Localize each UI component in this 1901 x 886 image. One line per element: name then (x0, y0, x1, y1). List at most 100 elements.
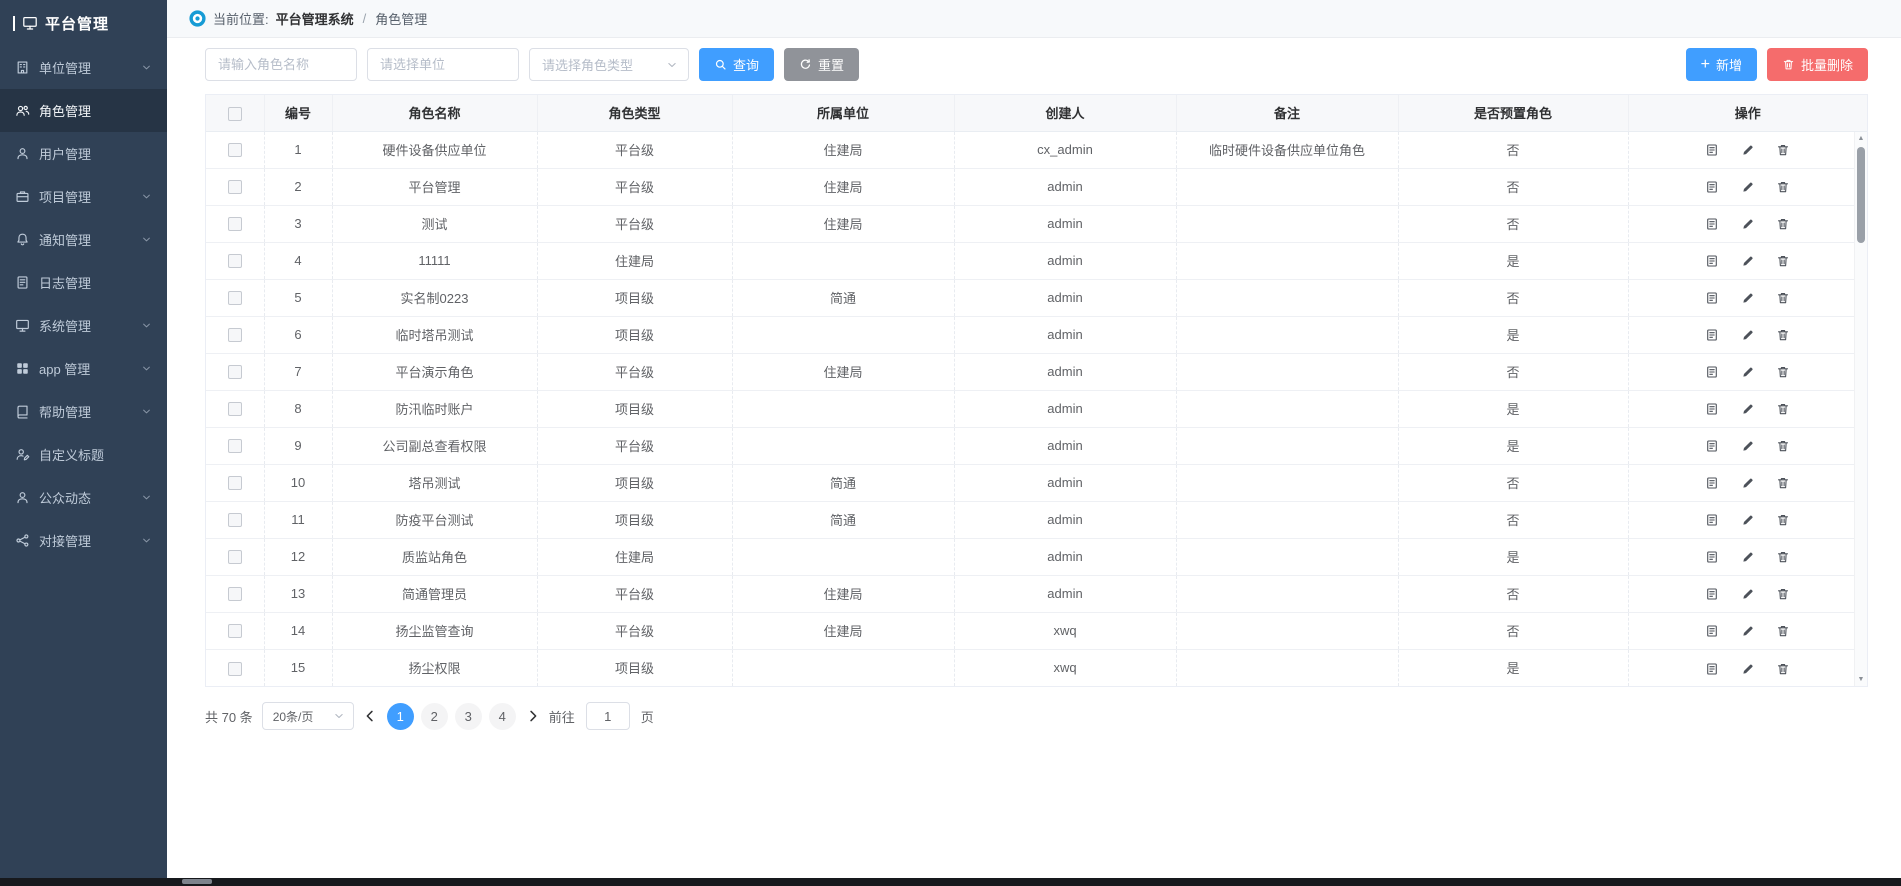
page-button-3[interactable]: 3 (455, 703, 482, 730)
refresh-icon (799, 58, 812, 71)
delete-icon[interactable] (1776, 365, 1790, 379)
row-checkbox[interactable] (228, 513, 242, 527)
sidebar-item-5[interactable]: 日志管理 (0, 261, 167, 304)
row-checkbox[interactable] (228, 180, 242, 194)
view-icon[interactable] (1705, 365, 1719, 379)
table-scrollbar[interactable]: ▲ ▼ (1854, 132, 1867, 686)
scroll-up-icon[interactable]: ▲ (1858, 132, 1865, 145)
goto-page-input[interactable] (586, 702, 630, 730)
delete-icon[interactable] (1776, 402, 1790, 416)
reset-button[interactable]: 重置 (784, 48, 859, 81)
view-icon[interactable] (1705, 217, 1719, 231)
view-icon[interactable] (1705, 624, 1719, 638)
page-button-1[interactable]: 1 (387, 703, 414, 730)
table-row: 5 实名制0223 项目级 简通 admin 否 (206, 279, 1867, 316)
edit-icon[interactable] (1741, 587, 1755, 601)
sidebar-item-9[interactable]: 自定义标题 (0, 433, 167, 476)
breadcrumb-root[interactable]: 平台管理系统 (276, 9, 354, 28)
sidebar-item-4[interactable]: 通知管理 (0, 218, 167, 261)
edit-icon[interactable] (1741, 328, 1755, 342)
delete-icon[interactable] (1776, 328, 1790, 342)
delete-icon[interactable] (1776, 439, 1790, 453)
add-button[interactable]: + 新增 (1686, 48, 1757, 81)
row-checkbox[interactable] (228, 328, 242, 342)
edit-icon[interactable] (1741, 254, 1755, 268)
cell-remark (1176, 538, 1398, 575)
row-checkbox[interactable] (228, 662, 242, 676)
edit-icon[interactable] (1741, 180, 1755, 194)
row-checkbox[interactable] (228, 402, 242, 416)
sidebar-item-7[interactable]: app 管理 (0, 347, 167, 390)
page-button-4[interactable]: 4 (489, 703, 516, 730)
delete-icon[interactable] (1776, 217, 1790, 231)
role-type-select[interactable]: 请选择角色类型 (529, 48, 689, 81)
batch-delete-button[interactable]: 批量删除 (1767, 48, 1868, 81)
view-icon[interactable] (1705, 180, 1719, 194)
edit-icon[interactable] (1741, 439, 1755, 453)
view-icon[interactable] (1705, 439, 1719, 453)
edit-icon[interactable] (1741, 291, 1755, 305)
sidebar-item-10[interactable]: 公众动态 (0, 476, 167, 519)
delete-icon[interactable] (1776, 513, 1790, 527)
row-checkbox[interactable] (228, 291, 242, 305)
edit-icon[interactable] (1741, 143, 1755, 157)
delete-icon[interactable] (1776, 624, 1790, 638)
delete-icon[interactable] (1776, 550, 1790, 564)
row-checkbox[interactable] (228, 624, 242, 638)
view-icon[interactable] (1705, 402, 1719, 416)
edit-icon[interactable] (1741, 217, 1755, 231)
sidebar-item-0[interactable]: 单位管理 (0, 46, 167, 89)
row-checkbox[interactable] (228, 217, 242, 231)
edit-icon[interactable] (1741, 624, 1755, 638)
delete-icon[interactable] (1776, 587, 1790, 601)
delete-icon[interactable] (1776, 662, 1790, 676)
view-icon[interactable] (1705, 476, 1719, 490)
delete-icon[interactable] (1776, 180, 1790, 194)
view-icon[interactable] (1705, 587, 1719, 601)
row-checkbox[interactable] (228, 254, 242, 268)
next-page-button[interactable] (526, 709, 540, 723)
sidebar-item-11[interactable]: 对接管理 (0, 519, 167, 562)
edit-icon[interactable] (1741, 513, 1755, 527)
search-button-label: 查询 (733, 55, 759, 74)
page-size-select[interactable]: 20条/页 (262, 702, 354, 730)
sidebar-item-label: app 管理 (39, 359, 132, 378)
view-icon[interactable] (1705, 143, 1719, 157)
delete-icon[interactable] (1776, 254, 1790, 268)
delete-icon[interactable] (1776, 291, 1790, 305)
unit-input[interactable] (367, 48, 519, 81)
scrollbar-thumb[interactable] (1857, 147, 1865, 243)
edit-icon[interactable] (1741, 550, 1755, 564)
delete-icon[interactable] (1776, 143, 1790, 157)
sidebar-item-8[interactable]: 帮助管理 (0, 390, 167, 433)
view-icon[interactable] (1705, 328, 1719, 342)
view-icon[interactable] (1705, 513, 1719, 527)
view-icon[interactable] (1705, 662, 1719, 676)
edit-icon[interactable] (1741, 662, 1755, 676)
search-button[interactable]: 查询 (699, 48, 774, 81)
page-button-2[interactable]: 2 (421, 703, 448, 730)
edit-icon[interactable] (1741, 476, 1755, 490)
cell-preset: 是 (1398, 242, 1628, 279)
sidebar-item-2[interactable]: 用户管理 (0, 132, 167, 175)
row-checkbox[interactable] (228, 587, 242, 601)
edit-icon[interactable] (1741, 402, 1755, 416)
role-name-input[interactable] (205, 48, 357, 81)
edit-icon[interactable] (1741, 365, 1755, 379)
row-checkbox[interactable] (228, 439, 242, 453)
view-icon[interactable] (1705, 550, 1719, 564)
row-checkbox[interactable] (228, 550, 242, 564)
view-icon[interactable] (1705, 291, 1719, 305)
select-all-checkbox[interactable] (228, 107, 242, 121)
view-icon[interactable] (1705, 254, 1719, 268)
sidebar-item-6[interactable]: 系统管理 (0, 304, 167, 347)
row-checkbox[interactable] (228, 476, 242, 490)
sidebar-item-1[interactable]: 角色管理 (0, 89, 167, 132)
prev-page-button[interactable] (363, 709, 377, 723)
row-checkbox[interactable] (228, 143, 242, 157)
row-checkbox[interactable] (228, 365, 242, 379)
delete-icon[interactable] (1776, 476, 1790, 490)
header-checkbox-cell (206, 95, 264, 131)
sidebar-item-3[interactable]: 项目管理 (0, 175, 167, 218)
scroll-down-icon[interactable]: ▼ (1858, 673, 1865, 686)
